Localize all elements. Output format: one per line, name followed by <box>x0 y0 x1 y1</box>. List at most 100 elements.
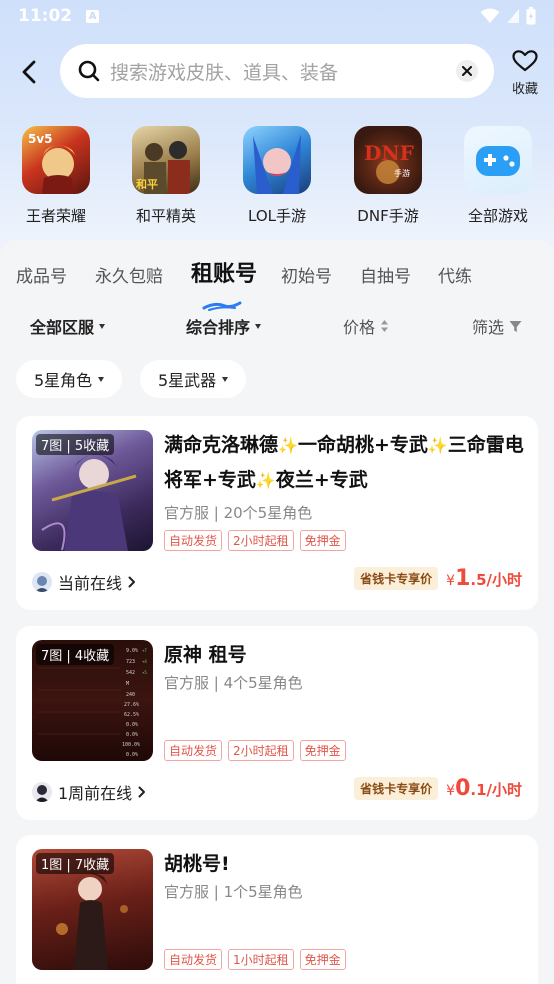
listing-subtitle: 官方服 | 1个5星角色 <box>164 883 303 901</box>
close-icon <box>462 66 472 76</box>
title-part: 一命胡桃+专武 <box>297 434 428 456</box>
price-sort[interactable]: 价格 <box>343 314 389 338</box>
price-integer: 1 <box>455 566 471 591</box>
svg-text:M: M <box>126 681 129 687</box>
listing-card[interactable]: 7图 | 5收藏 满命克洛琳德✨一命胡桃+专武✨三命雷电将军+专武✨夜兰+专武 … <box>16 416 538 610</box>
svg-text:27.6%: 27.6% <box>124 702 139 708</box>
region-filter[interactable]: 全部区服 <box>30 314 106 338</box>
tag-min-rent: 2小时起租 <box>228 740 294 761</box>
svg-text:5v5: 5v5 <box>28 132 53 146</box>
tag-no-deposit: 免押金 <box>299 740 346 761</box>
chip-row: 5星角色 5星武器 <box>0 360 554 398</box>
svg-text:542: 542 <box>126 670 135 676</box>
game-lol-mobile[interactable]: LOL手游 <box>227 126 327 226</box>
heart-icon <box>512 50 538 72</box>
listing-subtitle: 官方服 | 20个5星角色 <box>164 504 313 522</box>
svg-text:手游: 手游 <box>394 168 410 178</box>
price-unit: /小时 <box>486 571 522 589</box>
game-dnf-mobile[interactable]: DNF 手游 DNF手游 <box>338 126 438 226</box>
online-text: 当前在线 <box>58 574 123 593</box>
svg-text:62.5%: 62.5% <box>124 712 139 718</box>
game-label: 全部游戏 <box>467 207 528 225</box>
back-button[interactable] <box>16 58 42 86</box>
listing-tags: 自动发货 1小时起租 免押金 <box>164 949 346 970</box>
listing-card[interactable]: 1图 | 7收藏 胡桃号! 官方服 | 1个5星角色 自动发货 1小时起租 免押… <box>16 835 538 984</box>
favorites-button[interactable]: 收藏 <box>508 50 542 97</box>
game-label: LOL手游 <box>248 207 306 225</box>
funnel-icon <box>509 320 522 332</box>
filter-button-label: 筛选 <box>472 318 505 337</box>
svg-text:240: 240 <box>126 692 135 698</box>
tab-permanent-guarantee[interactable]: 永久包赔 <box>95 262 163 287</box>
listing-card[interactable]: 9.0% 723 542 M 240 27.6% 62.5% 0.0% 0.0% 100.0% 0.… <box>16 626 538 820</box>
honor-of-kings-icon: 5v5 <box>22 126 90 194</box>
peacekeeper-elite-icon: 和平 <box>132 126 200 194</box>
seller-online-status[interactable]: 当前在线 <box>32 570 136 594</box>
cellular-icon <box>507 9 519 23</box>
dnf-mobile-icon: DNF 手游 <box>354 126 422 194</box>
price-sort-label: 价格 <box>343 318 376 337</box>
avatar <box>32 572 52 592</box>
thumbnail-badge: 7图 | 4收藏 <box>36 644 115 665</box>
tag-auto-delivery: 自动发货 <box>164 530 223 551</box>
seller-online-status[interactable]: 1周前在线 <box>32 780 146 804</box>
listing-thumbnail: 9.0% 723 542 M 240 27.6% 62.5% 0.0% 0.0% 100.0% 0.… <box>32 640 153 761</box>
game-honor-of-kings[interactable]: 5v5 王者荣耀 <box>6 126 106 226</box>
tag-no-deposit: 免押金 <box>299 949 346 970</box>
svg-text:和平: 和平 <box>136 177 158 191</box>
listing-title: 胡桃号! <box>164 853 230 875</box>
battery-icon <box>526 7 536 25</box>
filter-bar: 全部区服 综合排序 价格 筛选 <box>0 314 554 344</box>
title-part: 满命克洛琳德 <box>164 434 279 456</box>
active-tab-indicator <box>202 301 242 311</box>
sparkle-icon: ✨ <box>255 471 276 490</box>
tab-initial-account[interactable]: 初始号 <box>281 262 332 287</box>
listing-thumbnail: 1图 | 7收藏 <box>32 849 153 970</box>
chevron-right-icon <box>138 786 146 798</box>
sparkle-icon: ✨ <box>278 436 298 455</box>
price-unit: /小时 <box>486 781 522 799</box>
filter-button[interactable]: 筛选 <box>472 314 522 338</box>
clear-search-button[interactable] <box>456 60 478 82</box>
price-box: 省钱卡专享价 ¥0.1/小时 <box>354 776 522 801</box>
svg-text:+4: +4 <box>142 659 147 664</box>
caret-down-icon <box>222 376 229 382</box>
tag-min-rent: 2小时起租 <box>228 530 294 551</box>
svg-text:723: 723 <box>126 659 135 665</box>
sparkle-icon: ✨ <box>427 436 448 455</box>
wifi-icon <box>480 8 500 23</box>
chip-5star-character[interactable]: 5星角色 <box>16 360 123 398</box>
game-label: 和平精英 <box>135 207 196 225</box>
search-icon <box>78 60 100 82</box>
game-peacekeeper-elite[interactable]: 和平 和平精英 <box>116 126 216 226</box>
tag-min-rent: 1小时起租 <box>228 949 294 970</box>
notification-icon: A <box>86 9 100 23</box>
svg-text:+5: +5 <box>142 670 147 675</box>
header: 搜索游戏皮肤、道具、装备 收藏 <box>0 44 554 100</box>
tab-boosting[interactable]: 代练 <box>438 262 472 287</box>
status-time: 11:02 <box>18 6 73 26</box>
caret-down-icon <box>99 323 106 329</box>
listing-thumbnail: 7图 | 5收藏 <box>32 430 153 551</box>
price-integer: 0 <box>455 776 471 801</box>
price-box: 省钱卡专享价 ¥1.5/小时 <box>354 566 522 591</box>
category-tabs: 成品号 永久包赔 租账号 初始号 自抽号 代练 <box>0 256 554 311</box>
listing-subtitle: 官方服 | 4个5星角色 <box>164 674 303 692</box>
price-currency: ¥ <box>446 573 456 589</box>
price: ¥0.1/小时 <box>446 776 522 801</box>
svg-text:0.0%: 0.0% <box>126 732 138 738</box>
thumbnail-badge: 7图 | 5收藏 <box>36 434 115 455</box>
tab-rent-account[interactable]: 租账号 <box>191 256 257 288</box>
game-label: DNF手游 <box>357 207 419 225</box>
tag-auto-delivery: 自动发货 <box>164 949 223 970</box>
tab-ready-accounts[interactable]: 成品号 <box>16 262 67 287</box>
tab-self-draw-account[interactable]: 自抽号 <box>360 262 411 287</box>
sort-filter[interactable]: 综合排序 <box>186 314 262 338</box>
search-input[interactable]: 搜索游戏皮肤、道具、装备 <box>60 44 494 98</box>
price-decimal: .1 <box>470 781 487 799</box>
chip-5star-weapon[interactable]: 5星武器 <box>140 360 247 398</box>
price-decimal: .5 <box>470 571 487 589</box>
listing-tags: 自动发货 2小时起租 免押金 <box>164 530 346 551</box>
title-part: 夜兰+专武 <box>275 469 368 491</box>
game-all[interactable]: 全部游戏 <box>448 126 548 226</box>
